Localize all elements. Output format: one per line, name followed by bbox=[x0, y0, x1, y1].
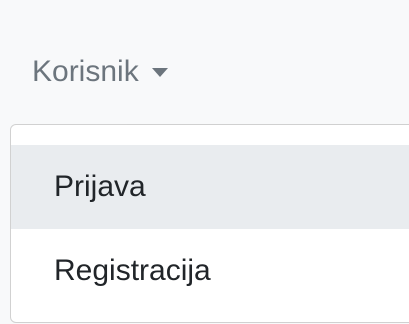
dropdown-item-prijava[interactable]: Prijava bbox=[11, 145, 409, 229]
user-menu-label: Korisnik bbox=[32, 55, 139, 88]
user-menu-toggle[interactable]: Korisnik bbox=[32, 50, 168, 94]
dropdown-item-registracija[interactable]: Registracija bbox=[11, 229, 409, 313]
user-dropdown-menu: Prijava Registracija bbox=[10, 124, 409, 323]
dropdown-item-label: Prijava bbox=[54, 170, 146, 203]
dropdown-item-label: Registracija bbox=[54, 254, 211, 287]
caret-down-icon bbox=[151, 68, 168, 77]
